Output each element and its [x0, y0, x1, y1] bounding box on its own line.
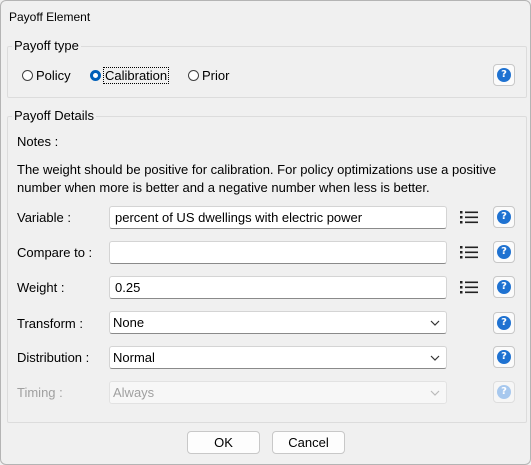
payoff-details-group: Payoff Details: [7, 109, 527, 423]
list-icon: [460, 246, 478, 259]
help-button-distribution[interactable]: ?: [493, 346, 515, 368]
chevron-down-icon: [430, 390, 440, 396]
help-button-transform[interactable]: ?: [493, 312, 515, 334]
transform-select-value: None: [113, 315, 145, 330]
weight-input[interactable]: 0.25: [109, 276, 447, 299]
timing-select-value: Always: [113, 385, 155, 400]
help-icon: ?: [497, 385, 511, 399]
distribution-label: Distribution :: [17, 350, 90, 365]
compare-to-list-button[interactable]: [458, 241, 480, 263]
help-button-weight[interactable]: ?: [493, 276, 515, 298]
radio-calibration[interactable]: Calibration: [90, 67, 170, 84]
notes-text-line-1: The weight should be positive for calibr…: [17, 162, 497, 177]
help-button-payoff-type[interactable]: ?: [493, 64, 515, 86]
help-icon: ?: [497, 210, 511, 224]
payoff-type-legend: Payoff type: [14, 38, 79, 53]
help-icon: ?: [497, 68, 511, 82]
window-title: Payoff Element: [9, 10, 91, 24]
title-bar[interactable]: Payoff Element: [1, 1, 530, 33]
list-icon: [460, 281, 478, 294]
radio-calibration-dot[interactable]: [90, 70, 101, 81]
weight-list-button[interactable]: [458, 276, 480, 298]
notes-label: Notes :: [17, 134, 59, 149]
help-button-variable[interactable]: ?: [493, 206, 515, 228]
variable-list-button[interactable]: [458, 206, 480, 228]
distribution-select-value: Normal: [113, 350, 155, 365]
radio-policy[interactable]: Policy: [22, 68, 71, 83]
variable-input[interactable]: percent of US dwellings with electric po…: [109, 206, 447, 229]
radio-prior-label[interactable]: Prior: [202, 68, 229, 83]
help-icon: ?: [497, 350, 511, 364]
list-icon: [460, 211, 478, 224]
payoff-element-dialog: Payoff Element Payoff type Policy Calibr…: [0, 0, 531, 465]
notes-text-line-2: number when more is better and a negativ…: [17, 180, 430, 195]
weight-label: Weight :: [17, 280, 65, 295]
compare-to-input[interactable]: [109, 241, 447, 264]
help-icon: ?: [497, 280, 511, 294]
payoff-details-legend: Payoff Details: [14, 108, 94, 123]
radio-prior[interactable]: Prior: [188, 68, 229, 83]
transform-label: Transform :: [17, 316, 83, 331]
transform-select[interactable]: None: [109, 311, 447, 334]
chevron-down-icon: [430, 320, 440, 326]
radio-calibration-label[interactable]: Calibration: [102, 67, 170, 84]
chevron-down-icon: [430, 355, 440, 361]
timing-label: Timing :: [17, 385, 63, 400]
variable-label: Variable :: [17, 210, 71, 225]
distribution-select[interactable]: Normal: [109, 346, 447, 369]
radio-policy-dot[interactable]: [22, 70, 33, 81]
payoff-type-group: Payoff type: [7, 39, 527, 98]
help-button-compare-to[interactable]: ?: [493, 241, 515, 263]
help-button-timing: ?: [493, 381, 515, 403]
radio-policy-label[interactable]: Policy: [36, 68, 71, 83]
radio-prior-dot[interactable]: [188, 70, 199, 81]
cancel-button[interactable]: Cancel: [272, 431, 345, 454]
timing-select: Always: [109, 381, 447, 404]
compare-to-label: Compare to :: [17, 245, 93, 260]
help-icon: ?: [497, 316, 511, 330]
help-icon: ?: [497, 245, 511, 259]
ok-button[interactable]: OK: [187, 431, 260, 454]
